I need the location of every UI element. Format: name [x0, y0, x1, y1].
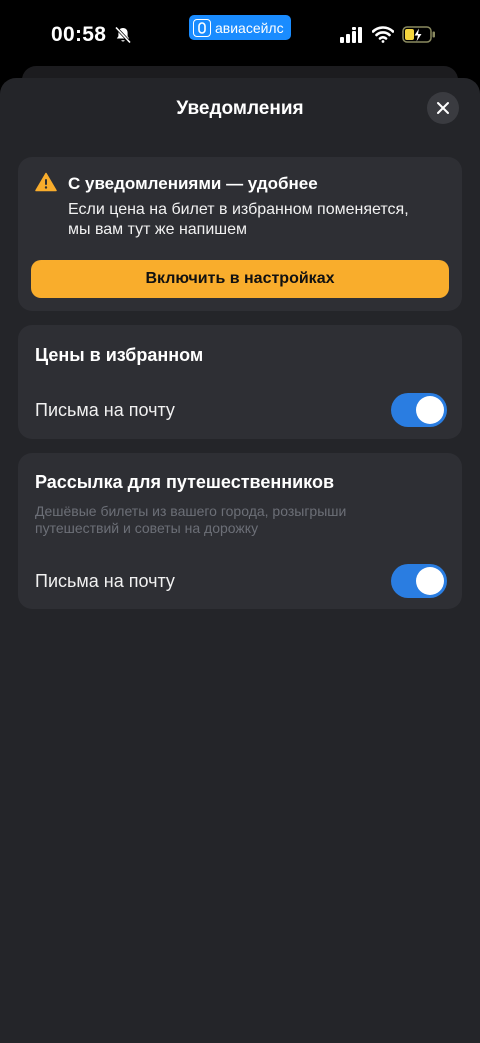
email-row-label: Письма на почту [35, 400, 175, 420]
cellular-signal-icon [340, 27, 362, 43]
sheet-title: Уведомления [176, 98, 304, 119]
enable-in-settings-button[interactable]: Включить в настройках [31, 260, 449, 298]
app-return-pill[interactable]: авиасейлс [189, 15, 291, 40]
status-bar: 00:58 авиасейлс [0, 0, 480, 70]
email-row-label: Письма на почту [35, 571, 175, 591]
warning-icon [35, 172, 57, 192]
card-title-newsletter: Рассылка для путешественников [35, 472, 335, 492]
close-button[interactable] [427, 92, 459, 124]
bell-slash-icon [114, 26, 132, 44]
status-time: 00:58 [51, 23, 107, 46]
newsletter-email-toggle[interactable] [391, 564, 447, 598]
app-pill-label: авиасейлс [215, 19, 284, 36]
alert-text: Если цена на билет в избранном поменяетс… [68, 201, 409, 238]
battery-charging-icon [402, 26, 435, 43]
newsletter-description: Дешёвые билеты из вашего города, розыгры… [35, 503, 347, 536]
notifications-sheet: Уведомления С уведомлениями — удобнее Ес… [0, 78, 480, 1043]
screen: 00:58 авиасейлс Уведомления С уведомлени… [0, 0, 480, 1043]
alert-title: С уведомлениями — удобнее [68, 174, 318, 193]
toggle-knob [416, 396, 444, 424]
card-title-favorites-prices: Цены в избранном [35, 345, 204, 365]
notifications-disabled-card: С уведомлениями — удобнее Если цена на б… [18, 157, 462, 311]
aviasales-logo-icon [193, 18, 211, 37]
close-icon [437, 102, 449, 114]
toggle-knob [416, 567, 444, 595]
favorites-prices-email-toggle[interactable] [391, 393, 447, 427]
wifi-icon [372, 26, 394, 43]
favorites-prices-card: Цены в избранном Письма на почту [18, 325, 462, 439]
traveller-newsletter-card: Рассылка для путешественников Дешёвые би… [18, 453, 462, 609]
